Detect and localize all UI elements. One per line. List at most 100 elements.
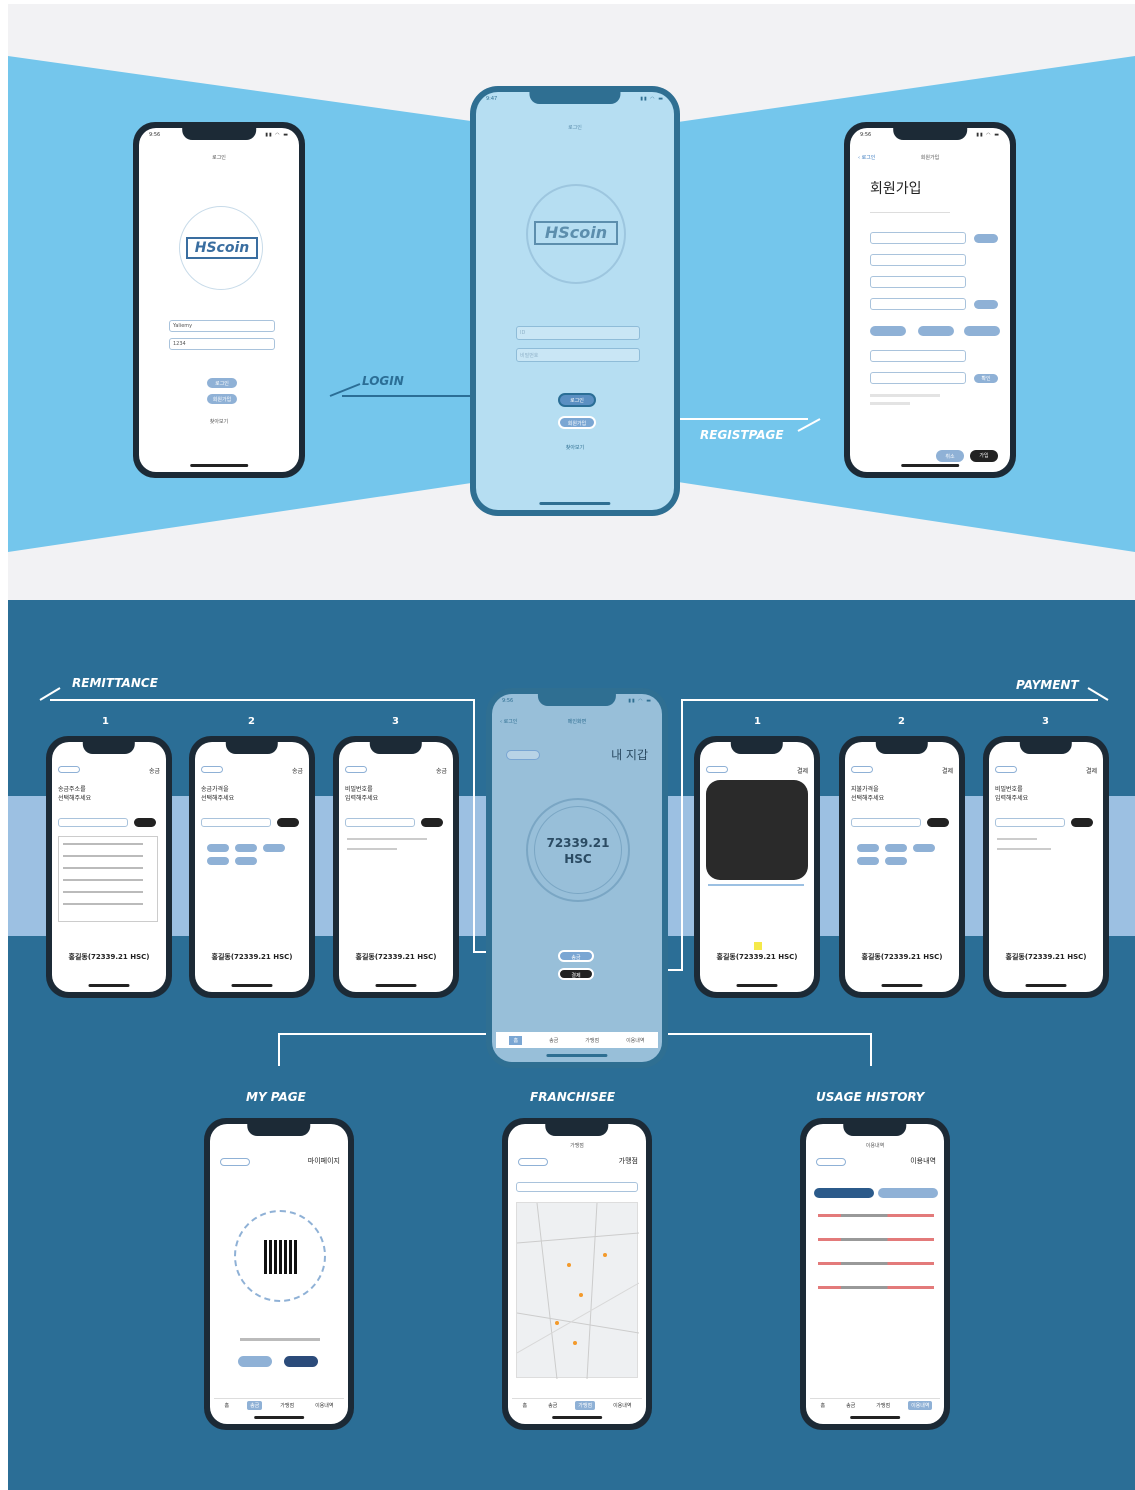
prompt-line: 입력해주세요 xyxy=(345,795,379,802)
list-item[interactable] xyxy=(818,1214,934,1217)
cancel-button[interactable]: 취소 xyxy=(936,450,964,462)
screen-title: 로그인 xyxy=(568,125,582,131)
remittance-step1-phone: 송금 송금주소를 선택해주세요 홍길동(72339.21 HSC) xyxy=(46,736,172,998)
password-input[interactable] xyxy=(345,818,415,827)
amount-chip[interactable] xyxy=(857,844,879,852)
remittance-step3-phone: 송금 비밀번호를 입력해주세요 홍길동(72339.21 HSC) xyxy=(333,736,459,998)
birth-year-select[interactable] xyxy=(870,326,906,336)
login-button[interactable]: 로그인 xyxy=(558,393,596,407)
address-list[interactable] xyxy=(58,836,158,922)
register-phone: 9:56 ▮▮ ◠ ▬ ‹ 로그인 회원가입 회원가입 확인 취소 가입 xyxy=(844,122,1016,478)
id-field[interactable] xyxy=(870,232,966,244)
search-input[interactable] xyxy=(516,1182,638,1192)
logo-circle: HScoin xyxy=(179,206,263,290)
account-badge xyxy=(506,750,540,760)
pay-button[interactable]: 결제 xyxy=(558,968,594,980)
password-confirm-field[interactable] xyxy=(870,276,966,288)
payment-step1-phone: 결제 홍길동(72339.21 HSC) xyxy=(694,736,820,998)
tab-franchisee[interactable]: 가맹점 xyxy=(585,1037,599,1044)
login-button-label: 로그인 xyxy=(570,398,584,404)
wallet-address-line xyxy=(240,1338,320,1341)
amount-chip[interactable] xyxy=(885,857,907,865)
filter-tab-active[interactable] xyxy=(814,1188,874,1198)
signup-button[interactable]: 회원가입 xyxy=(207,394,237,404)
tab-franchisee[interactable]: 가맹점 xyxy=(575,1401,596,1410)
account-badge xyxy=(345,766,367,773)
join-button[interactable]: 가입 xyxy=(970,450,998,462)
tab-send[interactable]: 송금 xyxy=(545,1401,560,1410)
account-badge xyxy=(995,766,1017,773)
id-input[interactable]: ID xyxy=(516,326,640,340)
tab-send[interactable]: 송금 xyxy=(247,1401,263,1410)
birth-month-select[interactable] xyxy=(918,326,954,336)
amount-chip[interactable] xyxy=(235,857,257,865)
password-input[interactable] xyxy=(995,818,1065,827)
confirm-button[interactable] xyxy=(277,818,299,827)
phone-field[interactable] xyxy=(870,350,966,362)
map-view[interactable] xyxy=(516,1202,639,1379)
confirm-button[interactable] xyxy=(421,818,443,827)
id-check-button[interactable] xyxy=(974,234,998,243)
share-button[interactable] xyxy=(284,1356,318,1367)
qr-code-icon xyxy=(264,1240,298,1274)
email-field[interactable] xyxy=(870,298,966,310)
filter-tab[interactable] xyxy=(878,1188,938,1198)
birth-day-select[interactable] xyxy=(964,326,1000,336)
amount-input[interactable] xyxy=(851,818,921,827)
address-input[interactable] xyxy=(58,818,128,827)
hscoin-logo: HScoin xyxy=(534,221,618,245)
signup-button[interactable]: 회원가입 xyxy=(558,416,596,429)
tab-history[interactable]: 이용내역 xyxy=(312,1401,336,1410)
status-time: 9:56 xyxy=(502,698,514,704)
tab-home[interactable]: 홈 xyxy=(221,1401,232,1410)
confirm-button[interactable] xyxy=(1071,818,1093,827)
amount-chip[interactable] xyxy=(913,844,935,852)
tab-franchisee[interactable]: 가맹점 xyxy=(873,1401,893,1410)
nav-title: 메인화면 xyxy=(567,719,587,725)
find-account-link[interactable]: 찾아보기 xyxy=(139,418,299,425)
tab-franchisee[interactable]: 가맹점 xyxy=(277,1401,297,1410)
email-select-button[interactable] xyxy=(974,300,998,309)
my-page-label: MY PAGE xyxy=(246,1090,306,1104)
tab-send[interactable]: 송금 xyxy=(549,1037,558,1044)
list-item[interactable] xyxy=(818,1238,934,1241)
tab-home[interactable]: 홈 xyxy=(519,1401,530,1410)
prompt-line: 선택해주세요 xyxy=(58,795,92,802)
copy-button[interactable] xyxy=(238,1356,272,1367)
tab-history[interactable]: 이용내역 xyxy=(610,1401,634,1410)
confirm-button[interactable] xyxy=(927,818,949,827)
login-button[interactable]: 로그인 xyxy=(207,378,237,388)
tab-bar: 홈 송금 가맹점 이용내역 xyxy=(512,1398,642,1412)
amount-chip[interactable] xyxy=(885,844,907,852)
id-input[interactable]: Yaliemy xyxy=(169,320,275,332)
confirm-button[interactable] xyxy=(134,818,156,827)
amount-chip[interactable] xyxy=(235,844,257,852)
password-field[interactable] xyxy=(870,254,966,266)
list-item[interactable] xyxy=(818,1286,934,1289)
send-button[interactable]: 송금 xyxy=(558,950,594,962)
amount-chip[interactable] xyxy=(263,844,285,852)
password-input[interactable]: 1234 xyxy=(169,338,275,350)
qr-scanner-view[interactable] xyxy=(706,780,808,880)
balance-label: 홍길동(72339.21 HSC) xyxy=(716,953,798,961)
amount-input[interactable] xyxy=(201,818,271,827)
tab-history[interactable]: 이용내역 xyxy=(626,1037,644,1044)
tab-history[interactable]: 이용내역 xyxy=(908,1401,933,1410)
balance-label: 홍길동(72339.21 HSC) xyxy=(861,953,943,961)
list-item[interactable] xyxy=(818,1262,934,1265)
login-button-label: 로그인 xyxy=(215,381,229,387)
tab-home[interactable]: 홈 xyxy=(817,1401,828,1410)
verify-button[interactable]: 확인 xyxy=(974,374,998,383)
nav-title: 이용내역 xyxy=(865,1143,885,1149)
amount-chip[interactable] xyxy=(857,857,879,865)
prompt-line: 비밀번호를 xyxy=(345,786,373,793)
tab-send[interactable]: 송금 xyxy=(843,1401,858,1410)
verify-field[interactable] xyxy=(870,372,966,384)
id-input-value: Yaliemy xyxy=(173,323,193,329)
find-account-link[interactable]: 찾아보기 xyxy=(476,444,674,451)
amount-chip[interactable] xyxy=(207,844,229,852)
amount-chip[interactable] xyxy=(207,857,229,865)
tab-home[interactable]: 홈 xyxy=(509,1035,523,1045)
summary-line xyxy=(347,838,427,840)
password-input[interactable]: 비밀번호 xyxy=(516,348,640,362)
